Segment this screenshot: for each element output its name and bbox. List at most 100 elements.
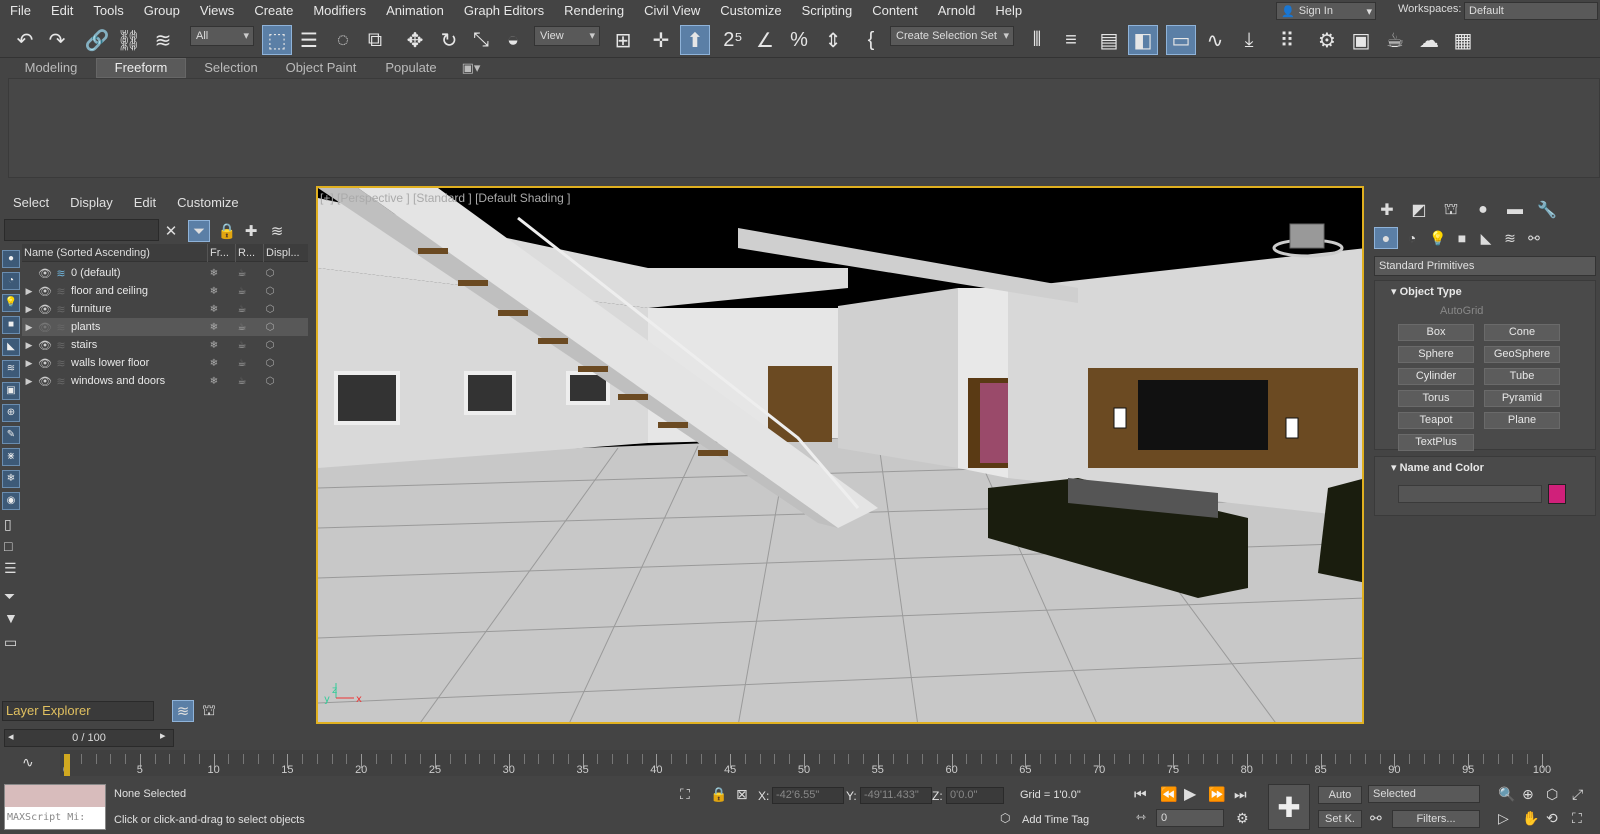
toggle-ribbon-icon[interactable]: ▭ <box>1166 25 1196 55</box>
layer-name[interactable]: furniture <box>68 303 200 315</box>
visibility-eye-icon[interactable]: 👁 <box>36 303 54 316</box>
window-crossing-icon[interactable]: ⧉ <box>360 25 390 55</box>
freeze-icon[interactable]: ❄ <box>200 340 228 351</box>
column-display[interactable]: Displ... <box>264 244 308 262</box>
create-pyramid-button[interactable]: Pyramid <box>1484 390 1560 407</box>
visibility-eye-icon[interactable]: 👁 <box>36 321 54 334</box>
render-in-cloud-icon[interactable]: ☁ <box>1414 25 1444 55</box>
visibility-eye-icon[interactable]: 👁 <box>36 357 54 370</box>
render-teapot-icon[interactable]: ☕ <box>228 268 256 279</box>
freeze-icon[interactable]: ❄ <box>200 286 228 297</box>
display-hidden-icon[interactable]: ◉ <box>2 492 20 510</box>
field-of-view-icon[interactable]: ▷ <box>1498 810 1509 827</box>
key-filters-icon[interactable]: ⚯ <box>1370 810 1382 827</box>
menu-file[interactable]: File <box>0 3 41 18</box>
menu-group[interactable]: Group <box>134 3 190 18</box>
redo-icon[interactable]: ↷ <box>42 25 72 55</box>
render-setup-icon[interactable]: ⚙ <box>1312 25 1342 55</box>
create-box-button[interactable]: Box <box>1398 324 1474 341</box>
column-freeze[interactable]: Fr... <box>208 243 236 262</box>
key-mode-icon[interactable]: ⇿ <box>1136 810 1146 824</box>
snaps-toggle-icon[interactable]: 2⁵ <box>718 25 748 55</box>
menu-help[interactable]: Help <box>985 3 1032 18</box>
display-box-icon[interactable]: ⬡ <box>256 322 284 333</box>
current-frame-marker[interactable] <box>64 754 70 776</box>
maxscript-output[interactable] <box>5 785 105 807</box>
y-coordinate-field[interactable]: -49'11.433" <box>860 787 932 804</box>
display-box-icon[interactable]: ⬡ <box>256 304 284 315</box>
z-coordinate-field[interactable]: 0'0.0" <box>946 787 1004 804</box>
explorer-type-dropdown[interactable]: Layer Explorer <box>2 701 154 721</box>
maxscript-input[interactable]: MAXScript Mi: <box>5 807 105 829</box>
layer-row[interactable]: ▶ 👁 ≋ floor and ceiling ❄ ☕ ⬡ <box>22 282 308 300</box>
add-time-tag[interactable]: Add Time Tag <box>1022 814 1089 826</box>
freeze-icon[interactable]: ❄ <box>200 376 228 387</box>
display-groups-icon[interactable]: ▣ <box>2 382 20 400</box>
explorer-menu-select[interactable]: Select <box>0 195 57 210</box>
link-icon[interactable]: 🔗 <box>82 25 112 55</box>
display-lights-icon[interactable]: 💡 <box>2 294 20 312</box>
layer-explorer-icon[interactable]: ≋ <box>172 700 194 722</box>
keyboard-shortcut-override-icon[interactable]: ⬆ <box>680 25 710 55</box>
geometry-icon[interactable]: ● <box>1374 227 1398 249</box>
lock-icon[interactable]: 🔒 <box>216 220 238 242</box>
go-to-start-icon[interactable]: ⏮ <box>1134 786 1147 803</box>
explorer-menu-display[interactable]: Display <box>57 195 121 210</box>
move-icon[interactable]: ✥ <box>400 25 430 55</box>
edit-named-selection-icon[interactable]: { <box>856 25 886 55</box>
maximize-viewport-icon[interactable]: ⛶ <box>1572 810 1582 827</box>
previous-frame-icon[interactable]: ⏪ <box>1160 786 1177 803</box>
reference-coordinate-dropdown[interactable]: View <box>534 26 600 46</box>
freeze-icon[interactable]: ❄ <box>200 304 228 315</box>
ribbon-options-icon[interactable]: ▣▾ <box>456 59 486 77</box>
undo-icon[interactable]: ↶ <box>10 25 40 55</box>
time-configuration-icon[interactable]: ⚙ <box>1236 810 1249 827</box>
menu-tools[interactable]: Tools <box>83 3 133 18</box>
layer-name[interactable]: stairs <box>68 339 200 351</box>
menu-create[interactable]: Create <box>244 3 303 18</box>
expand-arrow-icon[interactable]: ▶ <box>22 376 36 387</box>
menu-edit[interactable]: Edit <box>41 3 83 18</box>
align-icon[interactable]: ≡ <box>1056 25 1086 55</box>
hierarchy-tab-icon[interactable]: ⛫ <box>1438 198 1464 222</box>
visibility-eye-icon[interactable]: 👁 <box>36 339 54 352</box>
render-teapot-icon[interactable]: ☕ <box>228 286 256 297</box>
display-geometry-icon[interactable]: ● <box>2 250 20 268</box>
select-by-name-icon[interactable]: ☰ <box>294 25 324 55</box>
lights-icon[interactable]: 💡 <box>1426 227 1450 249</box>
ribbon-tab-selection[interactable]: Selection <box>186 59 276 77</box>
zoom-icon[interactable]: 🔍 <box>1498 786 1515 803</box>
filter-icon[interactable]: ⏷ <box>188 220 210 242</box>
next-frame-arrow-icon[interactable]: ▸ <box>160 729 166 742</box>
toggle-layer-explorer-icon[interactable]: ◧ <box>1128 25 1158 55</box>
freeze-icon[interactable]: ❄ <box>200 268 228 279</box>
document-icon[interactable]: ▯ <box>4 516 12 533</box>
isolate-selection-icon[interactable]: ⛶ <box>680 786 690 803</box>
display-box-icon[interactable]: ⬡ <box>256 268 284 279</box>
layer-row[interactable]: ▶ 👁 ≋ stairs ❄ ☕ ⬡ <box>22 336 308 354</box>
toggle-scene-explorer-icon[interactable]: ▤ <box>1094 25 1124 55</box>
menu-arnold[interactable]: Arnold <box>928 3 986 18</box>
key-filter-dropdown[interactable]: Selected <box>1368 785 1480 803</box>
display-shapes-icon[interactable]: ◔ <box>2 272 20 290</box>
percent-snap-icon[interactable]: % <box>784 25 814 55</box>
rotate-icon[interactable]: ↻ <box>434 25 464 55</box>
freeze-icon[interactable]: ❄ <box>200 358 228 369</box>
layer-row[interactable]: ▶ 👁 ≋ furniture ❄ ☕ ⬡ <box>22 300 308 318</box>
select-manipulate-icon[interactable]: ✛ <box>646 25 676 55</box>
ribbon-tab-modeling[interactable]: Modeling <box>6 59 96 77</box>
render-teapot-icon[interactable]: ☕ <box>228 358 256 369</box>
layer-name[interactable]: walls lower floor <box>68 357 200 369</box>
auto-key-button[interactable]: Auto <box>1318 786 1362 804</box>
explorer-search-input[interactable] <box>4 219 159 241</box>
layer-stack-icon[interactable]: ≋ <box>266 220 288 242</box>
display-box-icon[interactable]: ⬡ <box>256 358 284 369</box>
layer-name[interactable]: windows and doors <box>68 375 200 387</box>
region-select-icon[interactable]: ◌ <box>328 25 358 55</box>
name-and-color-title[interactable]: Name and Color <box>1400 462 1484 474</box>
create-cone-button[interactable]: Cone <box>1484 324 1560 341</box>
set-key-button[interactable]: Set K. <box>1318 810 1362 828</box>
render-teapot-icon[interactable]: ☕ <box>228 376 256 387</box>
create-plane-button[interactable]: Plane <box>1484 412 1560 429</box>
unlink-icon[interactable]: ⛓ <box>114 25 144 55</box>
